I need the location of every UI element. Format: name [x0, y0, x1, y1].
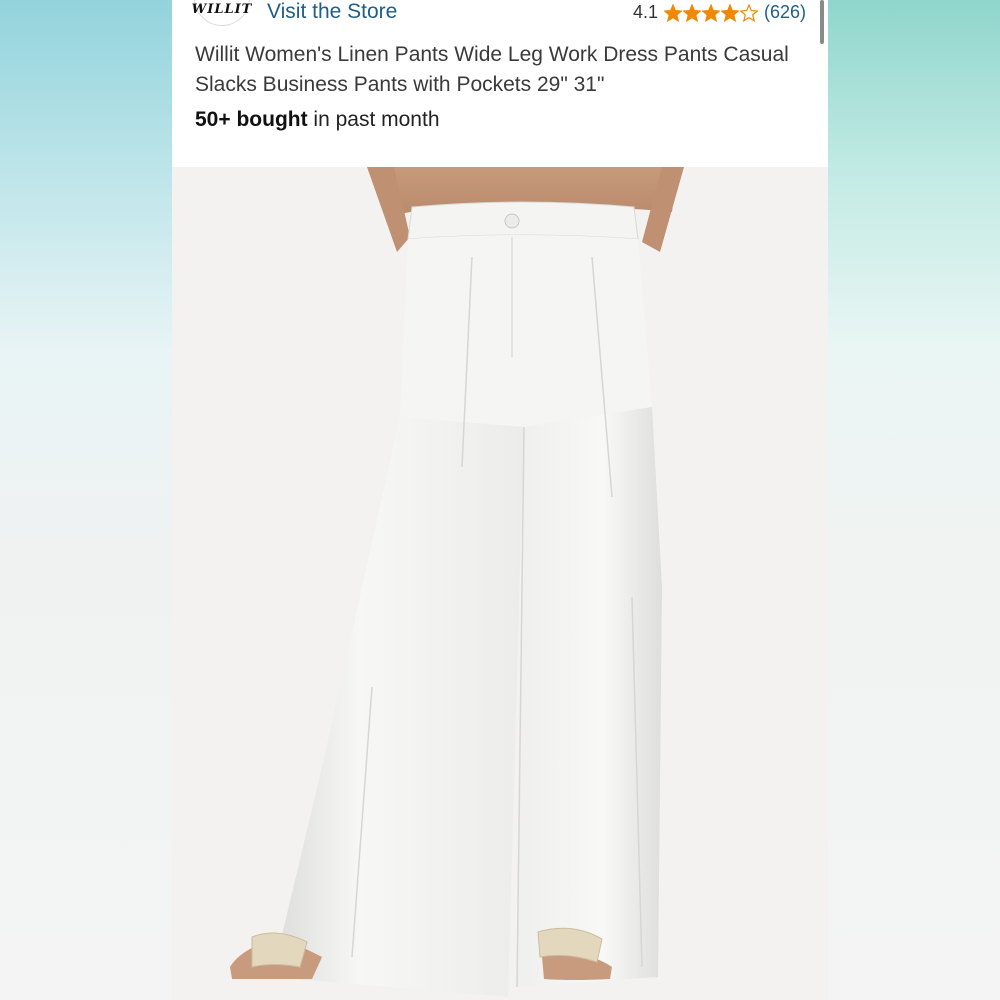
store-logo[interactable]: WILLIT [191, 0, 253, 26]
product-header: WILLIT Visit the Store 4.1 (626) Willit … [172, 0, 828, 160]
bought-count-bold: 50+ bought [195, 108, 308, 131]
background-right [828, 0, 1000, 1000]
bought-count: 50+ bought in past month [195, 108, 440, 132]
bought-count-rest: in past month [307, 108, 440, 131]
product-image[interactable] [172, 167, 828, 1000]
review-count-link[interactable]: (626) [764, 2, 806, 23]
star-filled-icon [701, 3, 720, 22]
visit-store-link[interactable]: Visit the Store [267, 0, 397, 24]
left-sandal-shape [251, 932, 308, 968]
star-rating [663, 3, 758, 22]
waistband-shape [407, 201, 639, 240]
rating-summary[interactable]: 4.1 (626) [633, 2, 806, 23]
star-filled-icon [682, 3, 701, 22]
product-panel: WILLIT Visit the Store 4.1 (626) Willit … [172, 0, 828, 1000]
background-left [0, 0, 172, 1000]
rating-value: 4.1 [632, 2, 658, 22]
store-logo-text: WILLIT [191, 2, 253, 17]
star-empty-icon [739, 3, 758, 22]
button-shape [504, 213, 520, 229]
star-filled-icon [663, 3, 682, 22]
scrollbar[interactable] [820, 0, 824, 44]
star-filled-icon [720, 3, 739, 22]
product-title: Willit Women's Linen Pants Wide Leg Work… [195, 43, 789, 96]
product-photo-illustration [172, 167, 828, 1000]
pants-hip-shape [400, 235, 652, 427]
